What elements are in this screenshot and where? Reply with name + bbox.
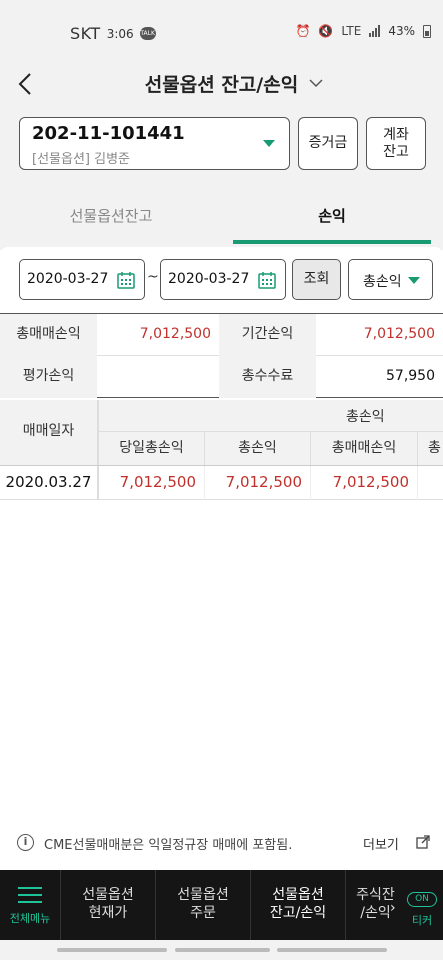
account-holder: [선물옵션] 김병준 [32, 152, 130, 167]
account-selector[interactable]: 202-11-101441 [선물옵션] 김병준 [19, 117, 290, 170]
calendar-icon[interactable] [257, 270, 277, 290]
start-date-field[interactable]: 2020-03-27 [19, 259, 145, 300]
end-date-value: 2020-03-27 [168, 271, 250, 287]
info-icon: i [17, 834, 34, 851]
nav-futures-quote[interactable]: 선물옵션 현재가 [60, 870, 155, 940]
tab-bar: 선물옵션잔고 손익 [0, 195, 443, 247]
trade-date-cell: 2020.03.27 [0, 466, 99, 500]
summary-row: 평가손익 총수수료 57,950 [0, 356, 443, 398]
ticker-on-badge: ON [407, 892, 437, 907]
daily-total-cell: 7,012,500 [99, 466, 205, 500]
nav-label: 잔고/손익 [269, 905, 327, 921]
table-row[interactable]: 2020.03.27 7,012,500 7,012,500 7,012,500 [0, 465, 443, 500]
carrier-label: SKT [70, 24, 101, 43]
dropdown-caret-icon [263, 140, 275, 147]
kakaotalk-icon: TALK [139, 27, 156, 40]
nav-label: 선물옵션 [82, 887, 134, 903]
all-menu-button[interactable]: 전체메뉴 [0, 870, 60, 940]
summary-label: 총수수료 [219, 356, 316, 398]
active-tab-indicator [233, 240, 431, 244]
notice-text: CME선물매매분은 익일정규장 매매에 포함됨. [44, 838, 293, 853]
all-menu-label: 전체메뉴 [9, 912, 51, 925]
clock: 3:06 [106, 26, 134, 41]
total-pnl-cell: 7,012,500 [205, 466, 311, 500]
page-title[interactable]: 선물옵션 잔고/손익 [0, 70, 443, 97]
mute-icon: 🔇 [318, 24, 334, 38]
pnl-type-value: 총손익 [363, 274, 402, 290]
column-group-header: 총손익 [99, 400, 443, 432]
summary-label: 평가손익 [0, 356, 97, 398]
external-link-icon[interactable] [415, 834, 431, 850]
status-bar: SKT 3:06 TALK ⏰ 🔇 LTE 43% [0, 0, 443, 56]
column-header: 총매매손익 [311, 432, 418, 465]
query-button[interactable]: 조회 [292, 259, 341, 300]
home-button[interactable] [175, 948, 270, 952]
hamburger-icon [18, 887, 42, 908]
summary-value [97, 356, 219, 398]
ticker-label: 티커 [411, 914, 433, 927]
nav-futures-balance-pnl[interactable]: 선물옵션 잔고/손익 [250, 870, 345, 940]
nav-label: 현재가 [88, 905, 128, 921]
system-nav-bar [0, 940, 443, 960]
dropdown-caret-icon [408, 277, 420, 284]
nav-stock-balance[interactable]: 주식잔 /손익 [345, 870, 405, 940]
ticker-toggle[interactable]: ON 티커 [404, 886, 440, 927]
network-label: LTE [341, 24, 362, 38]
summary-table: 총매매손익 7,012,500 기간손익 7,012,500 평가손익 총수수료… [0, 313, 443, 399]
column-header: 총 [418, 432, 443, 465]
summary-value: 7,012,500 [363, 326, 435, 342]
signal-icon [369, 25, 381, 37]
header: 선물옵션 잔고/손익 [0, 60, 443, 108]
summary-label: 기간손익 [219, 314, 316, 356]
end-date-field[interactable]: 2020-03-27 [160, 259, 286, 300]
account-number: 202-11-101441 [32, 123, 185, 144]
nav-label: 선물옵션 [272, 887, 324, 903]
column-header: 당일총손익 [99, 432, 205, 465]
column-group-label: 총손익 [346, 409, 385, 425]
trade-total-cell: 7,012,500 [311, 466, 418, 500]
summary-row: 총매매손익 7,012,500 기간손익 7,012,500 [0, 314, 443, 356]
column-header-date: 매매일자 [0, 400, 99, 465]
battery-level: 43% [388, 24, 415, 38]
summary-value: 57,950 [386, 368, 435, 384]
battery-icon [423, 24, 431, 38]
bottom-nav: 전체메뉴 선물옵션 현재가 선물옵션 주문 선물옵션 잔고/손익 주식잔 /손익… [0, 870, 443, 940]
nav-label: 주문 [190, 905, 216, 921]
nav-label: 선물옵션 [177, 887, 229, 903]
summary-label: 총매매손익 [0, 314, 97, 356]
nav-label: 주식잔 [356, 887, 395, 903]
nav-futures-order[interactable]: 선물옵션 주문 [155, 870, 250, 940]
nav-label: /손익 [360, 905, 391, 921]
column-header: 총손익 [205, 432, 311, 465]
notice-bar: i CME선물매매분은 익일정규장 매매에 포함됨. 더보기 [17, 833, 433, 855]
alarm-icon: ⏰ [295, 24, 311, 38]
margin-button-label: 증거금 [308, 135, 348, 151]
calendar-icon[interactable] [116, 270, 136, 290]
account-balance-label-2: 잔고 [383, 143, 409, 160]
chevron-down-icon[interactable] [308, 78, 324, 88]
more-link[interactable]: 더보기 [363, 834, 399, 853]
account-balance-label-1: 계좌 [383, 126, 409, 143]
chevron-right-icon[interactable]: › [390, 900, 396, 916]
start-date-value: 2020-03-27 [27, 271, 109, 287]
recents-button[interactable] [57, 948, 167, 952]
account-balance-button[interactable]: 계좌 잔고 [366, 117, 426, 170]
summary-value: 7,012,500 [139, 326, 211, 342]
back-system-button[interactable] [277, 948, 387, 952]
tab-futures-balance[interactable]: 선물옵션잔고 [0, 195, 222, 247]
date-separator: ~ [147, 269, 159, 285]
pnl-type-select[interactable]: 총손익 [348, 259, 433, 300]
margin-button[interactable]: 증거금 [298, 117, 358, 170]
detail-table[interactable]: 매매일자 총손익 당일총손익 총손익 총매매손익 총 2020.03.27 7,… [0, 400, 443, 500]
